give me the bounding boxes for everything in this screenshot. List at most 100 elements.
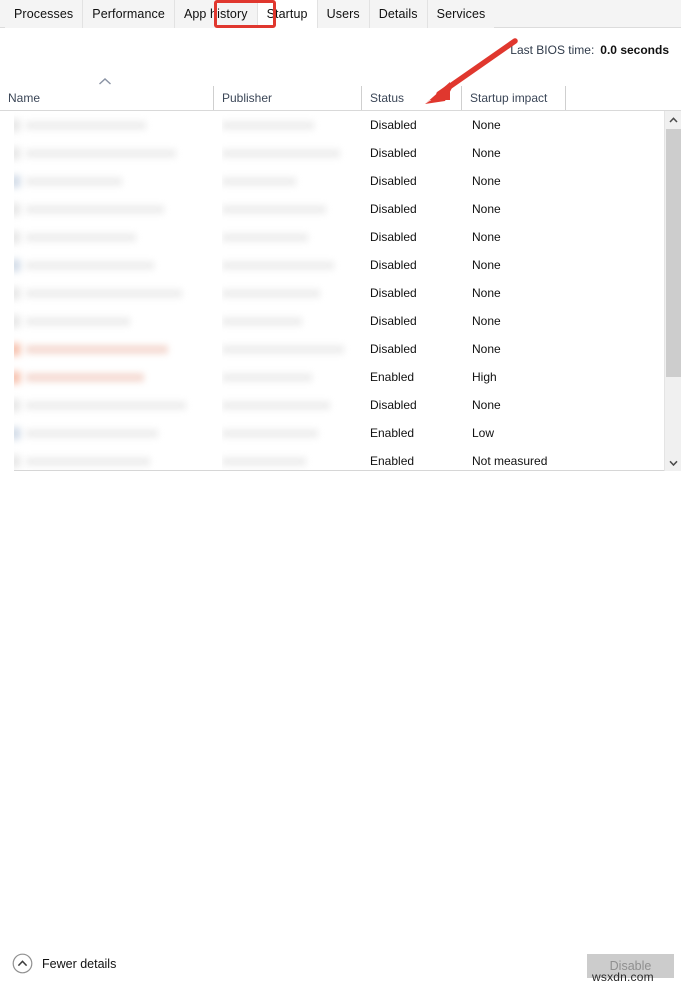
- cell-status: Disabled: [370, 139, 456, 167]
- last-bios-time-label: Last BIOS time:: [510, 43, 594, 57]
- watermark-text: wsxdn.com: [592, 970, 654, 984]
- redacted-name-text: [26, 317, 130, 326]
- redacted-publisher-text: [222, 345, 344, 354]
- cell-startup-impact: None: [472, 391, 562, 419]
- cell-startup-impact: High: [472, 363, 562, 391]
- cell-status: Disabled: [370, 111, 456, 139]
- sort-ascending-chevron-icon: [98, 77, 112, 86]
- tab-startup[interactable]: Startup: [258, 0, 318, 28]
- redacted-publisher-text: [222, 457, 306, 466]
- startup-items-list[interactable]: Disabled None Disabled None Disabled None Disa…: [0, 111, 681, 471]
- tab-label: Startup: [267, 7, 308, 21]
- tab-details[interactable]: Details: [370, 0, 428, 28]
- cell-status: Disabled: [370, 279, 456, 307]
- cell-status: Disabled: [370, 167, 456, 195]
- tab-users[interactable]: Users: [318, 0, 370, 28]
- scrollbar-down-button[interactable]: [665, 454, 681, 471]
- list-left-gutter: [0, 111, 14, 471]
- redacted-name-text: [26, 289, 182, 298]
- tab-performance[interactable]: Performance: [83, 0, 175, 28]
- redacted-publisher-text: [222, 177, 296, 186]
- cell-startup-impact: None: [472, 251, 562, 279]
- scrollbar-up-button[interactable]: [665, 111, 681, 128]
- startup-item-row[interactable]: DisabledNone: [0, 307, 655, 335]
- startup-item-row[interactable]: Disabled None: [0, 391, 655, 419]
- cell-status: Disabled: [370, 307, 456, 335]
- column-header-name[interactable]: Name: [0, 86, 214, 110]
- tab-list: Processes Performance App history Startup Us…: [0, 0, 681, 28]
- tab-processes[interactable]: Processes: [5, 0, 83, 28]
- cell-name: [8, 419, 208, 447]
- tab-app-history[interactable]: App history: [175, 0, 258, 28]
- cell-name: [8, 195, 208, 223]
- redacted-name-text: [26, 345, 168, 354]
- redacted-name-text: [26, 233, 136, 242]
- redacted-publisher-text: [222, 289, 320, 298]
- startup-item-row[interactable]: Disabled None: [0, 167, 655, 195]
- tab-label: App history: [184, 7, 248, 21]
- tab-label: Users: [327, 7, 360, 21]
- chevron-up-icon: [669, 117, 678, 123]
- startup-item-row[interactable]: Enabled High: [0, 363, 655, 391]
- tab-strip: Processes Performance App history Startup Us…: [0, 0, 681, 28]
- cell-name: [8, 111, 208, 139]
- redacted-publisher-text: [222, 149, 340, 158]
- cell-startup-impact: None: [472, 335, 562, 363]
- footer-bar: Fewer details Disable wsxdn.com: [0, 471, 681, 518]
- tab-services[interactable]: Services: [428, 0, 495, 28]
- cell-name: [8, 335, 208, 363]
- last-bios-time-value: 0.0 seconds: [600, 43, 669, 57]
- vertical-scrollbar[interactable]: [664, 111, 681, 471]
- column-header-status-label: Status: [370, 91, 404, 105]
- circled-chevron-up-icon: [12, 953, 33, 974]
- scrollbar-thumb[interactable]: [666, 129, 681, 377]
- startup-item-row[interactable]: DisabledNone: [0, 251, 655, 279]
- column-header-publisher-label: Publisher: [222, 91, 272, 105]
- tab-label: Details: [379, 7, 418, 21]
- cell-name: [8, 223, 208, 251]
- column-header-startup-impact-label: Startup impact: [470, 91, 547, 105]
- tab-label: Performance: [92, 7, 165, 21]
- redacted-publisher-text: [222, 401, 330, 410]
- column-header-startup-impact[interactable]: Startup impact: [462, 86, 566, 110]
- cell-startup-impact: Not measured: [472, 447, 562, 471]
- cell-startup-impact: None: [472, 195, 562, 223]
- tab-label: Services: [437, 7, 486, 21]
- redacted-name-text: [26, 149, 176, 158]
- startup-item-row[interactable]: Disabled None: [0, 223, 655, 251]
- cell-startup-impact: None: [472, 111, 562, 139]
- startup-item-row[interactable]: DisabledNone: [0, 139, 655, 167]
- fewer-details-label: Fewer details: [42, 957, 116, 971]
- startup-item-row[interactable]: Disabled None: [0, 279, 655, 307]
- redacted-name-text: [26, 401, 186, 410]
- tab-label: Processes: [14, 7, 73, 21]
- column-header-name-label: Name: [8, 91, 40, 105]
- cell-startup-impact: None: [472, 279, 562, 307]
- cell-name: [8, 447, 208, 471]
- redacted-publisher-text: [222, 233, 308, 242]
- redacted-name-text: [26, 457, 150, 466]
- cell-status: Enabled: [370, 363, 456, 391]
- startup-item-row[interactable]: Disabled None: [0, 111, 655, 139]
- cell-startup-impact: None: [472, 223, 562, 251]
- startup-item-row[interactable]: DisabledNone: [0, 335, 655, 363]
- chevron-down-icon: [669, 460, 678, 466]
- startup-item-row[interactable]: Enabled Low: [0, 419, 655, 447]
- redacted-publisher-text: [222, 317, 302, 326]
- column-header-row: Name Publisher Status Startup impact: [0, 86, 681, 111]
- column-header-status[interactable]: Status: [362, 86, 462, 110]
- cell-status: Disabled: [370, 195, 456, 223]
- redacted-name-text: [26, 121, 146, 130]
- cell-status: Disabled: [370, 391, 456, 419]
- startup-item-row[interactable]: Disabled None: [0, 195, 655, 223]
- redacted-name-text: [26, 261, 154, 270]
- cell-startup-impact: Low: [472, 419, 562, 447]
- cell-startup-impact: None: [472, 167, 562, 195]
- column-header-publisher[interactable]: Publisher: [214, 86, 362, 110]
- redacted-publisher-text: [222, 429, 318, 438]
- cell-status: Disabled: [370, 223, 456, 251]
- startup-item-row[interactable]: EnabledNot measured: [0, 447, 655, 471]
- redacted-publisher-text: [222, 373, 312, 382]
- fewer-details-button[interactable]: Fewer details: [12, 953, 116, 974]
- cell-status: Enabled: [370, 419, 456, 447]
